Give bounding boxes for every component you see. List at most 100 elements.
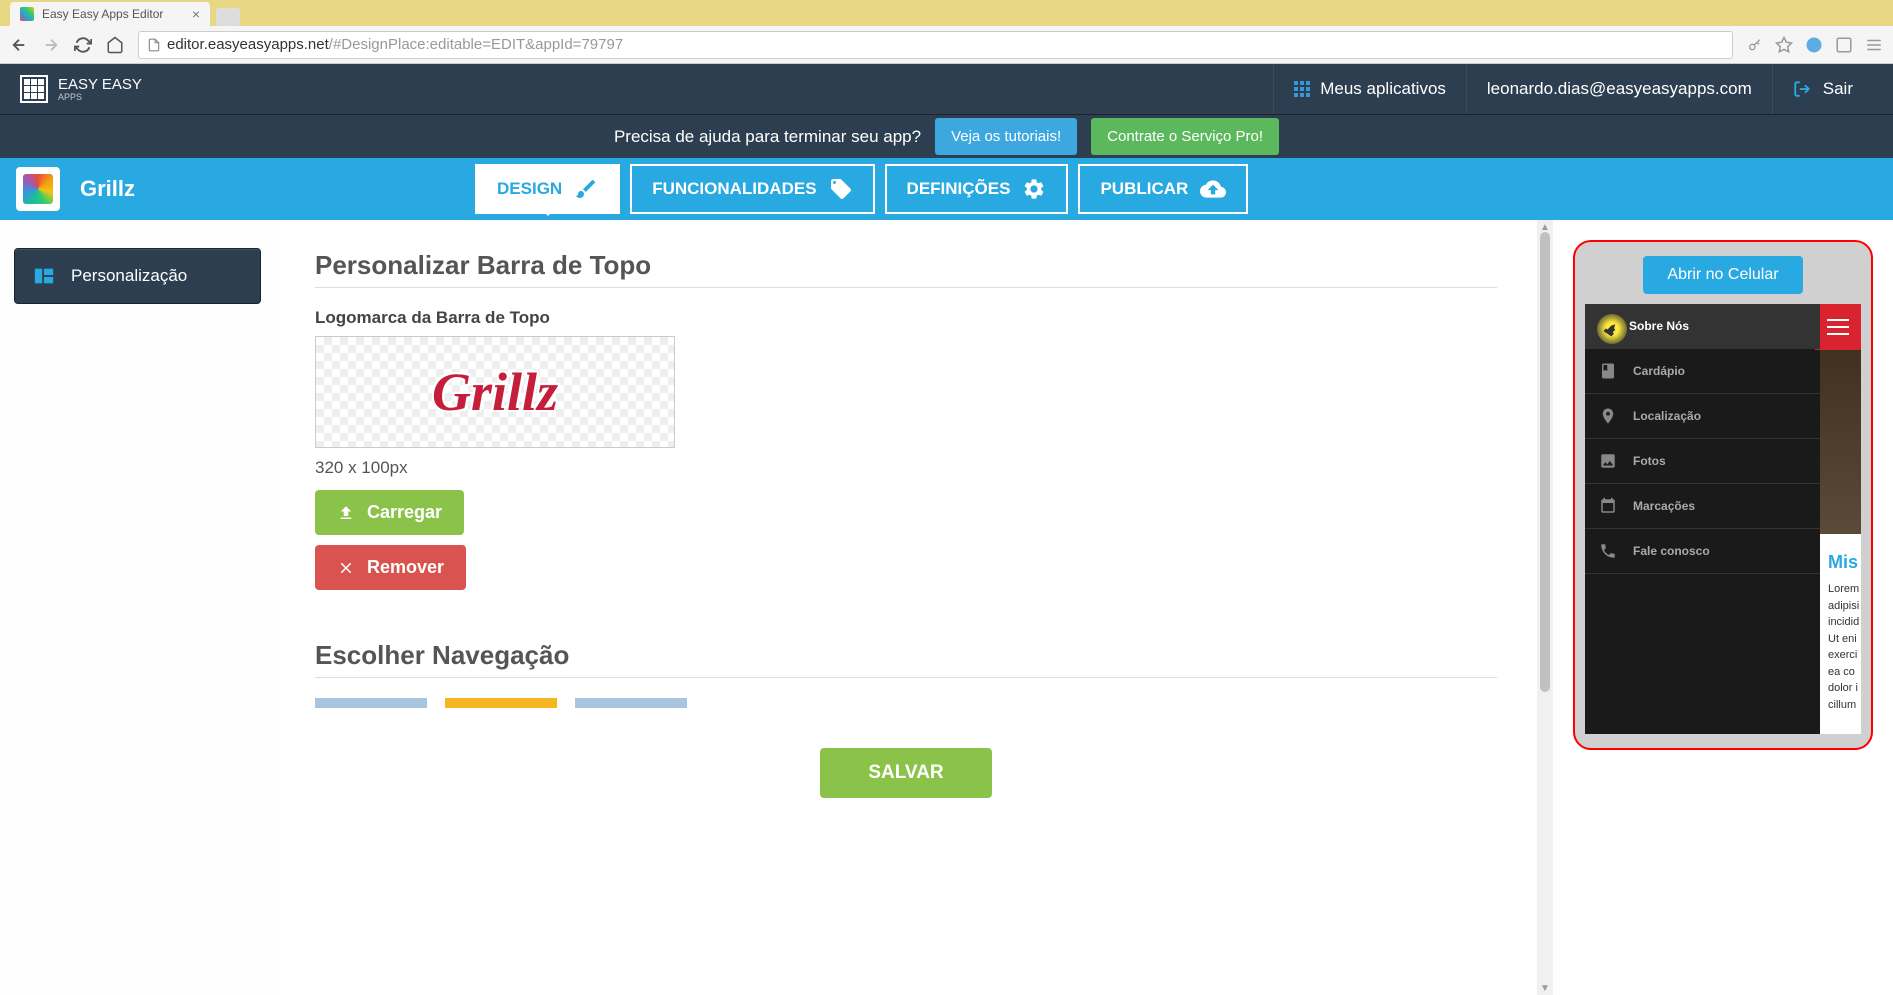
body: Personalização Personalizar Barra de Top… — [0, 220, 1893, 995]
pointer-icon — [1604, 321, 1620, 337]
content-body: Lorem adipisi incidid Ut eni exerci ea c… — [1828, 581, 1861, 713]
brand-name: EASY EASY — [58, 77, 142, 92]
extension-icon[interactable] — [1805, 36, 1823, 54]
tutorials-button[interactable]: Veja os tutoriais! — [935, 118, 1077, 155]
menu-label: Localização — [1633, 409, 1701, 423]
sidebar-label: Personalização — [71, 266, 187, 286]
logo-grid-icon — [20, 75, 48, 103]
logo-text: Grillz — [432, 361, 558, 423]
pro-service-button[interactable]: Contrate o Serviço Pro! — [1091, 118, 1279, 155]
tab-close-icon[interactable]: × — [192, 6, 200, 22]
tab-title: Easy Easy Apps Editor — [42, 7, 163, 21]
logo-preview[interactable]: Grillz — [315, 336, 675, 448]
home-button[interactable] — [106, 36, 124, 54]
menu-label: Cardápio — [1633, 364, 1685, 378]
browser-chrome: Easy Easy Apps Editor × editor.easyeasya… — [0, 0, 1893, 64]
sidebar: Personalização — [0, 220, 275, 995]
remove-button[interactable]: Remover — [315, 545, 466, 590]
main-area: Personalizar Barra de Topo Logomarca da … — [275, 220, 1893, 995]
dimensions-text: 320 x 100px — [315, 458, 1497, 478]
url-bar[interactable]: editor.easyeasyapps.net/#DesignPlace:edi… — [138, 31, 1733, 59]
nav-choice-3[interactable] — [575, 698, 687, 708]
page-icon — [147, 38, 161, 52]
menu-item-bookings[interactable]: Marcações — [1585, 484, 1820, 529]
nav-choice-1[interactable] — [315, 698, 427, 708]
tab-design[interactable]: DESIGN — [475, 164, 620, 214]
phone-menu: Sobre Nós Cardápio Localização Foto — [1585, 304, 1820, 574]
brand-sub: APPS — [58, 92, 142, 102]
toolbar-icons — [1747, 36, 1883, 54]
preview-frame: Abrir no Celular Sobre Nós Ca — [1573, 240, 1873, 750]
cursor-highlight — [1597, 314, 1627, 344]
hamburger-button[interactable] — [1815, 304, 1861, 350]
nav-section-title: Escolher Navegação — [315, 640, 1497, 678]
tab-bar: Easy Easy Apps Editor × — [0, 0, 1893, 26]
upload-icon — [337, 504, 355, 522]
editor-column: Personalizar Barra de Topo Logomarca da … — [275, 220, 1537, 995]
scroll-down-icon[interactable]: ▼ — [1540, 983, 1550, 993]
app-name: Grillz — [80, 176, 135, 202]
app-logo[interactable]: EASY EASY APPS — [20, 75, 142, 103]
nav-choice-2[interactable] — [445, 698, 557, 708]
tab-settings[interactable]: DEFINIÇÕES — [885, 164, 1069, 214]
url-text: editor.easyeasyapps.net/#DesignPlace:edi… — [167, 36, 623, 53]
my-apps-link[interactable]: Meus aplicativos — [1273, 64, 1466, 114]
menu-item-location[interactable]: Localização — [1585, 394, 1820, 439]
menu-item-photos[interactable]: Fotos — [1585, 439, 1820, 484]
logo-field-label: Logomarca da Barra de Topo — [315, 308, 1497, 328]
logout-link[interactable]: Sair — [1772, 64, 1873, 114]
section-title: Personalizar Barra de Topo — [315, 250, 1497, 288]
browser-toolbar: editor.easyeasyapps.net/#DesignPlace:edi… — [0, 26, 1893, 64]
menu-item-contact[interactable]: Fale conosco — [1585, 529, 1820, 574]
open-mobile-button[interactable]: Abrir no Celular — [1643, 256, 1802, 294]
menu-label: Fale conosco — [1633, 544, 1710, 558]
scrollbar[interactable]: ▲ ▼ — [1537, 220, 1553, 995]
scroll-thumb[interactable] — [1540, 232, 1550, 692]
menu-label: Sobre Nós — [1629, 319, 1689, 333]
main-nav: Grillz DESIGN FUNCIONALIDADES DEFINIÇÕES… — [0, 158, 1893, 220]
apps-grid-icon — [1294, 81, 1310, 97]
tag-icon — [829, 177, 853, 201]
hamburger-icon — [1827, 326, 1849, 328]
calendar-icon — [1599, 497, 1617, 515]
key-icon[interactable] — [1747, 37, 1763, 53]
sidebar-item-personalization[interactable]: Personalização — [14, 248, 261, 304]
logout-icon — [1793, 80, 1811, 98]
app-header: EASY EASY APPS Meus aplicativos leonardo… — [0, 64, 1893, 114]
reload-button[interactable] — [74, 36, 92, 54]
layout-icon — [33, 265, 55, 287]
phone-screen: Sobre Nós Cardápio Localização Foto — [1585, 304, 1861, 734]
menu-item-about[interactable]: Sobre Nós — [1585, 304, 1820, 349]
help-banner: Precisa de ajuda para terminar seu app? … — [0, 114, 1893, 158]
upload-button[interactable]: Carregar — [315, 490, 464, 535]
back-button[interactable] — [10, 36, 28, 54]
user-email[interactable]: leonardo.dias@easyeasyapps.com — [1466, 64, 1772, 114]
tab-features[interactable]: FUNCIONALIDADES — [630, 164, 874, 214]
image-icon — [1599, 452, 1617, 470]
scroll-up-icon[interactable]: ▲ — [1540, 222, 1550, 232]
browser-tab[interactable]: Easy Easy Apps Editor × — [10, 2, 210, 26]
app-icon[interactable] — [16, 167, 60, 211]
menu-item-menu[interactable]: Cardápio — [1585, 349, 1820, 394]
star-icon[interactable] — [1775, 36, 1793, 54]
nav-choices — [315, 698, 1497, 708]
pin-icon — [1599, 407, 1617, 425]
my-apps-label: Meus aplicativos — [1320, 79, 1446, 99]
brush-icon — [574, 177, 598, 201]
menu-icon[interactable] — [1865, 36, 1883, 54]
tab-favicon — [20, 7, 34, 21]
fullscreen-icon[interactable] — [1835, 36, 1853, 54]
preview-column: Abrir no Celular Sobre Nós Ca — [1553, 220, 1893, 995]
book-icon — [1599, 362, 1617, 380]
content-title: Mis — [1828, 552, 1861, 573]
tab-publish[interactable]: PUBLICAR — [1078, 164, 1248, 214]
phone-content: Mis Lorem adipisi incidid Ut eni exerci … — [1820, 534, 1861, 734]
logout-label: Sair — [1823, 79, 1853, 99]
menu-label: Fotos — [1633, 454, 1666, 468]
nav-tabs: DESIGN FUNCIONALIDADES DEFINIÇÕES PUBLIC… — [475, 164, 1248, 214]
new-tab-button[interactable] — [216, 8, 240, 26]
menu-label: Marcações — [1633, 499, 1695, 513]
save-button[interactable]: SALVAR — [820, 748, 991, 798]
banner-text: Precisa de ajuda para terminar seu app? — [614, 127, 921, 147]
forward-button[interactable] — [42, 36, 60, 54]
